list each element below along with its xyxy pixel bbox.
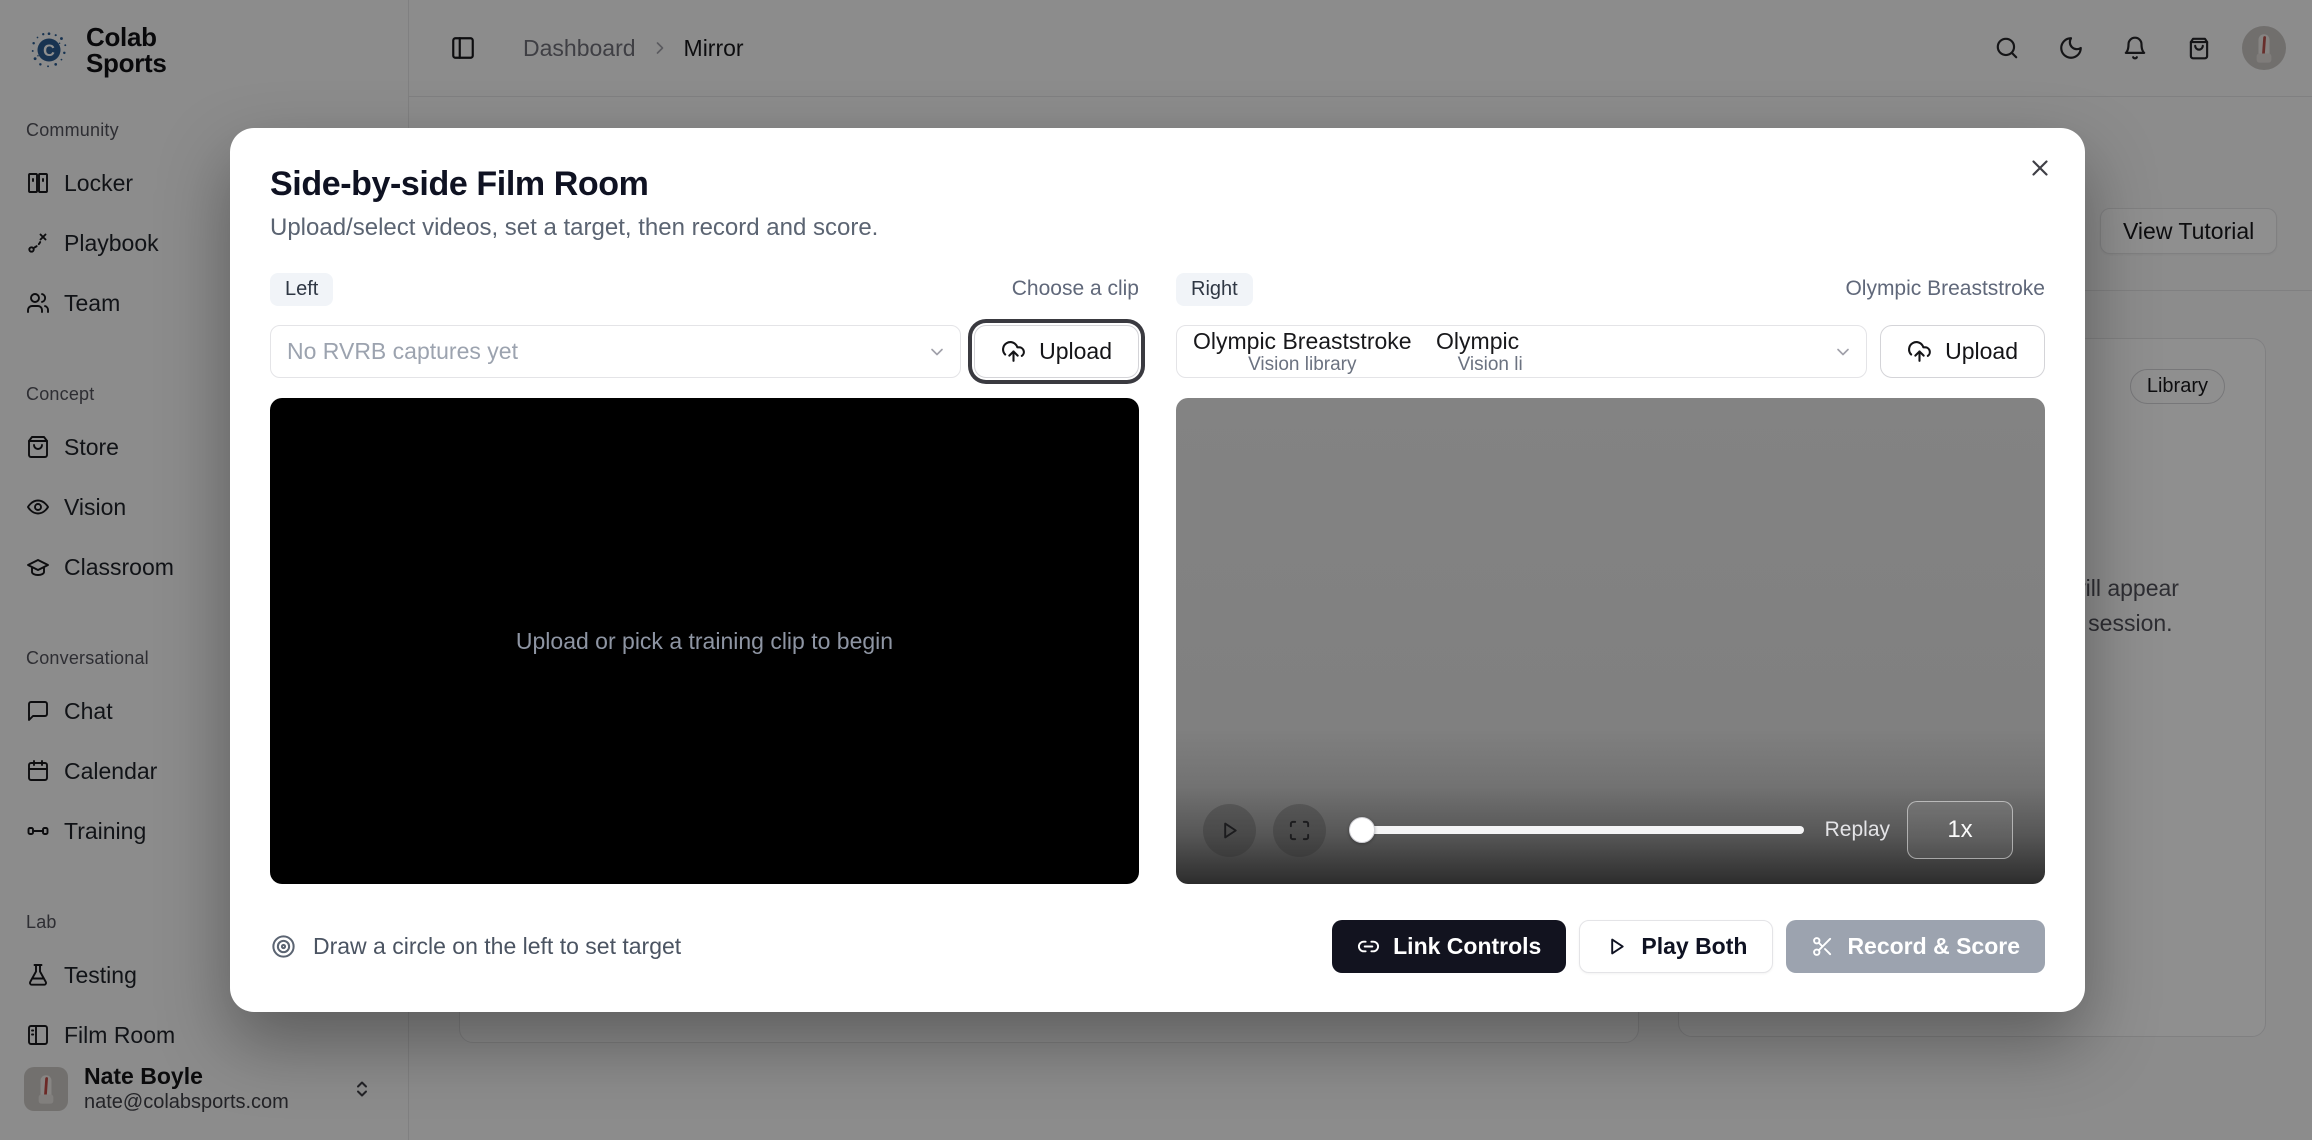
- upload-cloud-icon: [1001, 339, 1026, 364]
- play-icon: [1605, 935, 1628, 958]
- footer-actions: Link Controls Play Both Record & Score: [1332, 920, 2045, 973]
- record-score-button[interactable]: Record & Score: [1786, 920, 2045, 973]
- left-hint: Choose a clip: [1012, 277, 1139, 301]
- seek-track: [1349, 826, 1804, 834]
- modal-title: Side-by-side Film Room: [270, 164, 2045, 204]
- replay-label: Replay: [1825, 818, 1890, 842]
- left-upload-button[interactable]: Upload: [974, 325, 1139, 378]
- right-upload-button[interactable]: Upload: [1880, 325, 2045, 378]
- right-badge: Right: [1176, 273, 1253, 306]
- modal-footer: Draw a circle on the left to set target …: [270, 920, 2045, 973]
- target-hint-text: Draw a circle on the left to set target: [313, 933, 681, 960]
- left-clip-select[interactable]: No RVRB captures yet: [270, 325, 961, 378]
- clip-option-next: Olympic Vision library: [1434, 328, 1522, 376]
- chevron-down-icon: [1833, 342, 1853, 362]
- target-hint: Draw a circle on the left to set target: [270, 933, 681, 960]
- left-column: Left Choose a clip No RVRB captures yet …: [270, 272, 1139, 884]
- upload-cloud-icon: [1907, 339, 1932, 364]
- clip-option-selected: Olympic Breaststroke Vision library: [1193, 328, 1412, 376]
- link-controls-button[interactable]: Link Controls: [1332, 920, 1566, 973]
- playback-speed-button[interactable]: 1x: [1907, 801, 2013, 859]
- close-icon[interactable]: [2027, 154, 2055, 182]
- scissors-icon: [1811, 935, 1834, 958]
- play-icon[interactable]: [1203, 804, 1256, 857]
- fullscreen-icon[interactable]: [1273, 804, 1326, 857]
- left-badge: Left: [270, 273, 333, 306]
- modal-subtitle: Upload/select videos, set a target, then…: [270, 213, 2045, 243]
- chevron-down-icon: [927, 342, 947, 362]
- player-controls: Replay 1x: [1176, 776, 2045, 884]
- film-room-modal: Side-by-side Film Room Upload/select vid…: [230, 128, 2085, 1012]
- play-both-button[interactable]: Play Both: [1579, 920, 1773, 973]
- right-column: Right Olympic Breaststroke Olympic Breas…: [1176, 272, 2045, 884]
- left-video-placeholder: Upload or pick a training clip to begin: [516, 628, 893, 655]
- left-video-canvas[interactable]: Upload or pick a training clip to begin: [270, 398, 1139, 884]
- link-icon: [1357, 935, 1380, 958]
- right-video-player[interactable]: Replay 1x: [1176, 398, 2045, 884]
- right-hint: Olympic Breaststroke: [1845, 277, 2045, 301]
- target-icon: [270, 933, 297, 960]
- left-select-placeholder: No RVRB captures yet: [287, 338, 518, 365]
- seek-slider[interactable]: [1349, 817, 1804, 843]
- seek-thumb[interactable]: [1349, 817, 1375, 843]
- right-clip-select[interactable]: Olympic Breaststroke Vision library Olym…: [1176, 325, 1867, 378]
